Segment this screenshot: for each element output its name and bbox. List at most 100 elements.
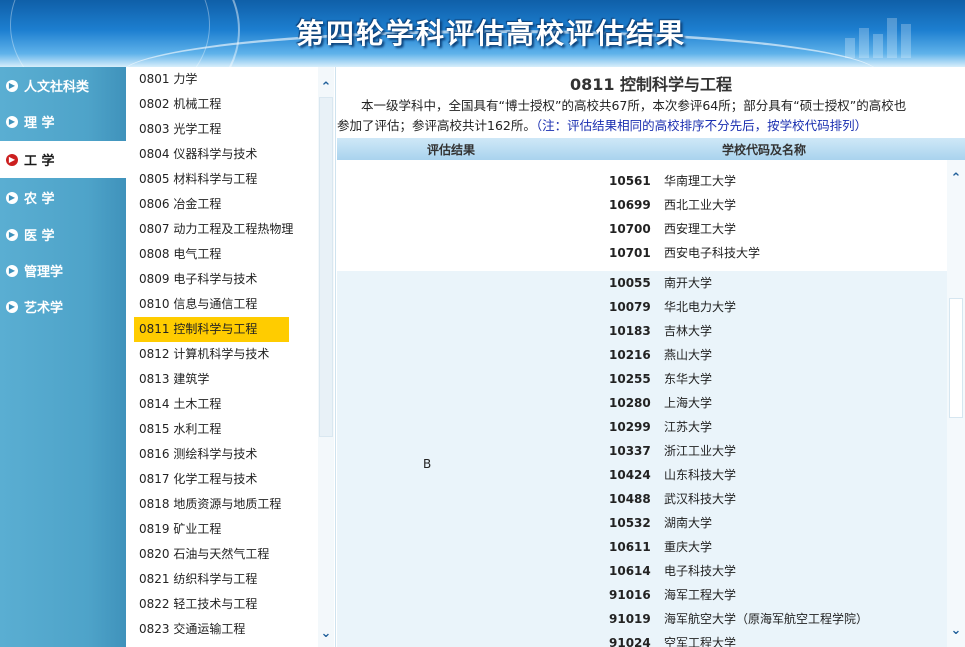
school-code: 10614 [609, 564, 651, 578]
subject-item[interactable]: 0816 测绘科学与技术 [134, 442, 314, 467]
school-code: 10216 [609, 348, 651, 362]
subject-item[interactable]: 0822 轻工技术与工程 [134, 592, 314, 617]
subject-item[interactable]: 0811 控制科学与工程 [134, 317, 289, 342]
school-code: 10255 [609, 372, 651, 386]
category-item[interactable]: ▶ 艺术学 [0, 288, 126, 325]
arrow-right-circle-icon: ▶ [6, 228, 18, 241]
school-code: 10079 [609, 300, 651, 314]
subject-item[interactable]: 0823 交通运输工程 [134, 617, 314, 642]
subject-scrollbar[interactable]: ⌃ ⌄ [318, 67, 334, 647]
result-table: 10561 华南理工大学 10699 西北工业大学 10700 西安理工大学 10701 西安… [337, 160, 947, 647]
school-code: 10337 [609, 444, 651, 458]
table-row: 10700 西安理工大学 [337, 217, 947, 241]
subject-item[interactable]: 0803 光学工程 [134, 117, 314, 142]
arrow-right-circle-icon: ▶ [6, 300, 18, 313]
subject-item[interactable]: 0806 冶金工程 [134, 192, 314, 217]
bar-chart-decoration [845, 8, 925, 58]
result-panel: 0811 控制科学与工程 本一级学科中，全国具有“博士授权”的高校共67所，本次… [337, 67, 965, 647]
category-item[interactable]: ▶ 管理学 [0, 252, 126, 289]
school-code: 91019 [609, 612, 651, 626]
category-item[interactable]: ▶ 人文社科类 [0, 67, 126, 104]
school-code: 10183 [609, 324, 651, 338]
grade-group: 10055 南开大学 10079 华北电力大学 10183 吉林大学 10216 燕山大学 10… [337, 271, 947, 647]
school-code: 10561 [609, 174, 651, 188]
subject-item[interactable]: 0821 纺织科学与工程 [134, 567, 314, 592]
school-name: 华北电力大学 [664, 300, 737, 314]
table-row: 10488 武汉科技大学 [337, 487, 947, 511]
subject-item[interactable]: 0804 仪器科学与技术 [134, 142, 314, 167]
table-row: 10299 江苏大学 [337, 415, 947, 439]
table-row: 10079 华北电力大学 [337, 295, 947, 319]
school-code: 91024 [609, 636, 651, 647]
arrow-right-circle-icon: ▶ [6, 264, 18, 277]
school-name: 山东科技大学 [664, 468, 737, 482]
subject-item[interactable]: 0807 动力工程及工程热物理 [134, 217, 314, 242]
header-banner: 第四轮学科评估高校评估结果 [0, 0, 965, 67]
subject-item[interactable]: 0809 电子科学与技术 [134, 267, 314, 292]
school-code: 10488 [609, 492, 651, 506]
table-header: 评估结果 学校代码及名称 [337, 138, 965, 160]
description-line-1: 本一级学科中，全国具有“博士授权”的高校共67所，本次参评64所；部分具有“硕士… [361, 98, 907, 113]
subject-item[interactable]: 0810 信息与通信工程 [134, 292, 314, 317]
school-code: 10701 [609, 246, 651, 260]
subject-item[interactable]: 0808 电气工程 [134, 242, 314, 267]
category-item[interactable]: ▶ 医 学 [0, 216, 126, 253]
table-row: 10701 西安电子科技大学 [337, 241, 947, 265]
result-scrollbar-thumb[interactable] [949, 298, 963, 418]
subject-item[interactable]: 0812 计算机科学与技术 [134, 342, 314, 367]
description-note: （注：评估结果相同的高校排序不分先后，按学校代码排列） [535, 118, 868, 133]
table-row: 10183 吉林大学 [337, 319, 947, 343]
table-row: 10532 湖南大学 [337, 511, 947, 535]
category-item[interactable]: ▶ 农 学 [0, 179, 126, 216]
subject-item[interactable]: 0814 土木工程 [134, 392, 314, 417]
table-row: 10561 华南理工大学 [337, 169, 947, 193]
subject-item[interactable]: 0801 力学 [134, 67, 314, 92]
table-row: 10699 西北工业大学 [337, 193, 947, 217]
category-item[interactable]: ▶ 理 学 [0, 103, 126, 140]
school-name: 武汉科技大学 [664, 492, 737, 506]
category-label: 理 学 [24, 116, 55, 131]
category-label: 农 学 [24, 192, 55, 207]
table-row: 10614 电子科技大学 [337, 559, 947, 583]
chevron-down-icon[interactable]: ⌄ [318, 625, 334, 641]
table-row: 10611 重庆大学 [337, 535, 947, 559]
subject-list-panel: 0801 力学 0802 机械工程 0803 光学工程 0804 仪器科学与技术 080… [126, 67, 336, 647]
description-line-2-text: 参加了评估；参评高校共计162所。 [337, 118, 536, 133]
subject-item[interactable]: 0817 化学工程与技术 [134, 467, 314, 492]
school-name: 华南理工大学 [664, 174, 737, 188]
school-name: 空军工程大学 [664, 636, 737, 647]
subject-item[interactable]: 0802 机械工程 [134, 92, 314, 117]
table-row: 10216 燕山大学 [337, 343, 947, 367]
subject-description: 本一级学科中，全国具有“博士授权”的高校共67所，本次参评64所；部分具有“硕士… [337, 96, 965, 136]
school-name: 湖南大学 [664, 516, 713, 530]
school-name: 海军工程大学 [664, 588, 737, 602]
column-header-result: 评估结果 [427, 143, 476, 157]
subject-item[interactable]: 0815 水利工程 [134, 417, 314, 442]
chevron-up-icon[interactable]: ⌃ [948, 170, 964, 186]
school-code: 10299 [609, 420, 651, 434]
table-row: 91019 海军航空大学（原海军航空工程学院） [337, 607, 947, 631]
result-scrollbar[interactable]: ⌃ ⌄ [947, 160, 965, 647]
subject-item[interactable]: 0819 矿业工程 [134, 517, 314, 542]
category-label: 管理学 [24, 265, 64, 280]
subject-item[interactable]: 0813 建筑学 [134, 367, 314, 392]
school-name: 江苏大学 [664, 420, 713, 434]
category-label: 医 学 [24, 229, 55, 244]
subject-item[interactable]: 0818 地质资源与地质工程 [134, 492, 314, 517]
subject-title: 0811 控制科学与工程 [569, 75, 733, 94]
category-sidebar: ▶ 人文社科类 ▶ 理 学 ▶ 工 学 ▶ 农 学 ▶ 医 学 ▶ 管理学 ▶ 艺术学 [0, 67, 126, 647]
school-name: 上海大学 [664, 396, 713, 410]
school-name: 吉林大学 [664, 324, 713, 338]
school-code: 10424 [609, 468, 651, 482]
school-name: 东华大学 [664, 372, 713, 386]
subject-item[interactable]: 0805 材料科学与工程 [134, 167, 314, 192]
table-row: 91024 空军工程大学 [337, 631, 947, 647]
chevron-down-icon[interactable]: ⌄ [948, 622, 964, 638]
subject-list: 0801 力学 0802 机械工程 0803 光学工程 0804 仪器科学与技术 080… [134, 67, 314, 642]
category-item[interactable]: ▶ 工 学 [0, 141, 126, 178]
subject-item[interactable]: 0820 石油与天然气工程 [134, 542, 314, 567]
subject-scrollbar-thumb[interactable] [319, 97, 333, 437]
table-row: 91016 海军工程大学 [337, 583, 947, 607]
chevron-up-icon[interactable]: ⌃ [318, 79, 334, 95]
school-name: 电子科技大学 [664, 564, 737, 578]
